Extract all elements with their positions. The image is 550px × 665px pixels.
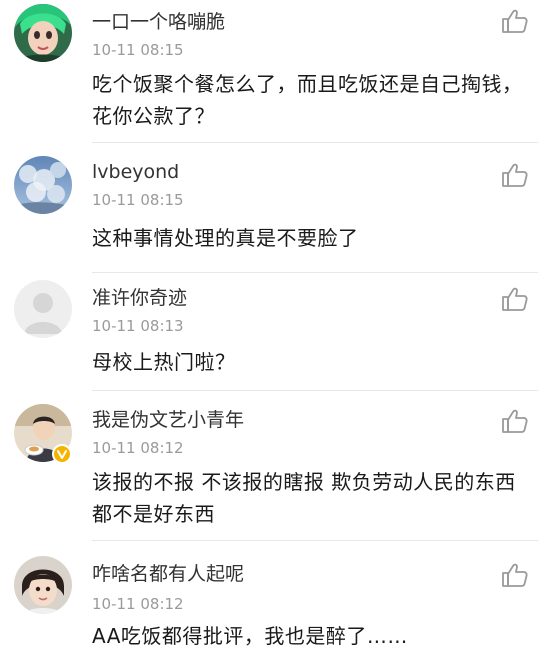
thumbs-up-icon[interactable] (500, 560, 530, 590)
thumbs-up-icon[interactable] (500, 406, 530, 436)
comment-text: 这种事情处理的真是不要脸了 (92, 226, 359, 250)
comment-username[interactable]: 准许你奇迹 (92, 286, 187, 310)
comment-timestamp: 10-11 08:15 (92, 191, 184, 209)
comment-username[interactable]: 一口一个咯嘣脆 (92, 10, 225, 34)
comment-text: 母校上热门啦？ (92, 350, 236, 374)
comment-item: 咋啥名都有人起呢 10-11 08:12 AA吃饭都得批评，我也是醉了…… (0, 540, 550, 665)
comment-username[interactable]: lvbeyond (92, 160, 179, 184)
comment-timestamp: 10-11 08:15 (92, 41, 184, 59)
comment-item: lvbeyond 10-11 08:15 这种事情处理的真是不要脸了 (0, 142, 550, 272)
comment-username[interactable]: 我是伪文艺小青年 (92, 408, 244, 432)
comment-timestamp: 10-11 08:13 (92, 317, 184, 335)
thumbs-up-icon[interactable] (500, 160, 530, 190)
comment-list: 一口一个咯嘣脆 10-11 08:15 吃个饭聚个餐怎么了，而且吃饭还是自己掏钱… (0, 0, 550, 665)
comment-timestamp: 10-11 08:12 (92, 595, 184, 613)
comment-text: 吃个饭聚个餐怎么了，而且吃饭还是自己掏钱，花你公款了？ (92, 72, 523, 128)
child-photo-avatar-icon[interactable] (14, 556, 72, 614)
comment-item: 准许你奇迹 10-11 08:13 母校上热门啦？ (0, 272, 550, 390)
vip-badge-icon (52, 444, 72, 464)
thumbs-up-icon[interactable] (500, 284, 530, 314)
comment-username[interactable]: 咋啥名都有人起呢 (92, 562, 244, 586)
comment-text: AA吃饭都得批评，我也是醉了…… (92, 624, 408, 648)
comment-text: 该报的不报 不该报的瞎报 欺负劳动人民的东西都不是好东西 (92, 470, 516, 526)
comment-item: 我是伪文艺小青年 10-11 08:12 该报的不报 不该报的瞎报 欺负劳动人民… (0, 390, 550, 540)
comment-timestamp: 10-11 08:12 (92, 439, 184, 457)
thumbs-up-icon[interactable] (500, 6, 530, 36)
sky-photo-avatar-icon[interactable] (14, 156, 72, 214)
comment-item: 一口一个咯嘣脆 10-11 08:15 吃个饭聚个餐怎么了，而且吃饭还是自己掏钱… (0, 0, 550, 142)
default-user-avatar-icon[interactable] (14, 280, 72, 338)
green-hair-avatar-icon[interactable] (14, 4, 72, 62)
